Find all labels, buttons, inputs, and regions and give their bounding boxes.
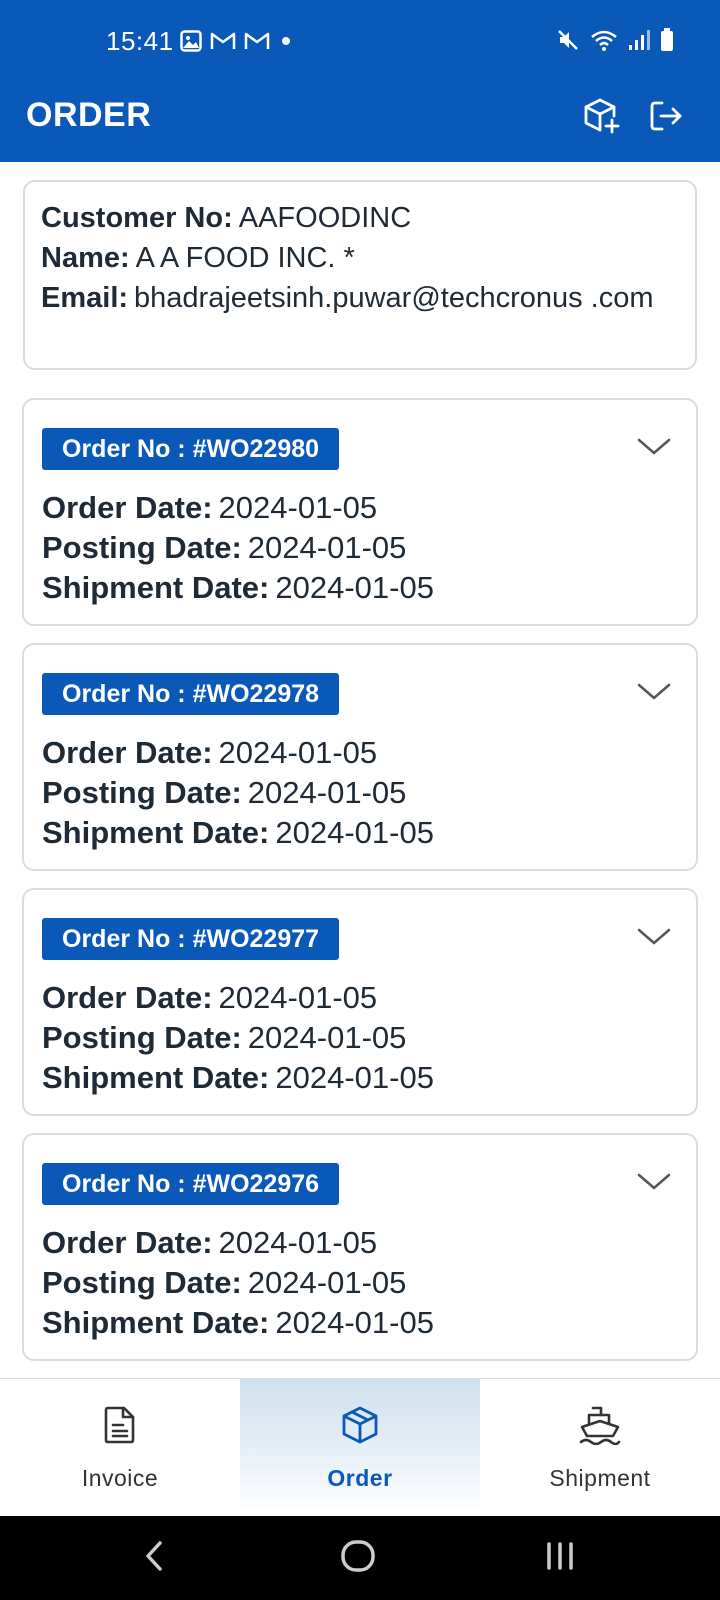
shipment-date-value: 2024-01-05 [275,1305,434,1340]
customer-no-label: Customer No: [41,202,233,234]
order-date-value: 2024-01-05 [218,490,378,525]
order-date-value: 2024-01-05 [218,980,378,1015]
shipment-date-value: 2024-01-05 [275,1060,434,1095]
status-system-icons [556,28,674,57]
customer-info-card: Customer No: AAFOODINC Name: A A FOOD IN… [23,180,697,370]
ship-icon [579,1405,621,1451]
order-date-value: 2024-01-05 [218,735,378,770]
mute-icon [556,28,580,57]
posting-date-label: Posting Date: [42,1265,242,1300]
order-date-value: 2024-01-05 [218,1225,378,1260]
app-header: ORDER [0,82,720,162]
gallery-icon [180,30,202,57]
status-time: 15:41 [106,26,174,56]
expand-order-button[interactable] [630,428,678,470]
chevron-down-icon [637,437,671,462]
wifi-icon [590,28,618,57]
order-number-badge: Order No : #WO22977 [42,918,340,960]
order-date-label: Order Date: [42,735,213,770]
box-add-icon [583,97,621,140]
gmail-icon [244,31,270,56]
customer-name-row: Name: A A FOOD INC. * [41,238,679,278]
order-details: Order Date: 2024-01-05 Posting Date: 2024-… [42,733,434,853]
chevron-down-icon [637,1172,671,1197]
status-bar: 15:41 [0,0,720,82]
posting-date-value: 2024-01-05 [247,530,407,565]
order-date-label: Order Date: [42,1225,213,1260]
tab-invoice-label: Invoice [81,1465,159,1491]
shipment-date-label: Shipment Date: [42,570,270,605]
tab-invoice[interactable]: Invoice [0,1379,240,1516]
shipment-date-value: 2024-01-05 [275,570,434,605]
expand-order-button[interactable] [630,918,678,960]
back-icon [142,1539,166,1578]
customer-email-value: bhadrajeetsinh.puwar@techcronus .com [134,282,654,314]
posting-date-label: Posting Date: [42,530,242,565]
battery-icon [660,28,674,57]
shipment-date-value: 2024-01-05 [275,815,434,850]
order-date-label: Order Date: [42,980,213,1015]
order-date-label: Order Date: [42,490,213,525]
tab-shipment-label: Shipment [549,1465,651,1491]
logout-icon [649,99,683,138]
customer-no-value: AAFOODINC [238,202,412,234]
order-list-container[interactable]: Customer No: AAFOODINC Name: A A FOOD IN… [0,162,720,1378]
tab-shipment[interactable]: Shipment [480,1379,720,1516]
tab-order-label: Order [327,1465,393,1491]
order-card[interactable]: Order No : #WO22980 Order Date: 2024-01-0… [22,398,698,626]
chevron-down-icon [637,927,671,952]
shipment-date-label: Shipment Date: [42,815,270,850]
customer-no-row: Customer No: AAFOODINC [41,198,679,238]
posting-date-value: 2024-01-05 [247,1020,407,1055]
customer-name-value: A A FOOD INC. * [135,242,355,274]
customer-email-label: Email: [41,282,129,314]
home-icon [340,1538,376,1579]
order-number-badge: Order No : #WO22980 [42,428,340,470]
recents-button[interactable] [530,1536,590,1580]
back-button[interactable] [124,1536,184,1580]
recents-icon [543,1540,577,1577]
posting-date-value: 2024-01-05 [247,775,407,810]
customer-email-row: Email: bhadrajeetsinh.puwar@techcronus .… [41,278,679,318]
posting-date-label: Posting Date: [42,775,242,810]
logout-button[interactable] [642,94,690,142]
invoice-icon [103,1405,137,1451]
order-details: Order Date: 2024-01-05 Posting Date: 2024-… [42,1223,434,1343]
add-order-button[interactable] [578,94,626,142]
shipment-date-label: Shipment Date: [42,1305,270,1340]
box-icon [341,1405,379,1451]
shipment-date-label: Shipment Date: [42,1060,270,1095]
status-notification-icons [180,30,294,57]
customer-name-label: Name: [41,242,130,274]
chevron-down-icon [637,682,671,707]
dot-icon [278,33,294,54]
bottom-nav: Invoice Order Shipment [0,1378,720,1516]
home-button[interactable] [328,1536,388,1580]
signal-icon [628,29,650,56]
order-details: Order Date: 2024-01-05 Posting Date: 2024-… [42,488,434,608]
order-card[interactable]: Order No : #WO22976 Order Date: 2024-01-0… [22,1133,698,1361]
posting-date-value: 2024-01-05 [247,1265,407,1300]
posting-date-label: Posting Date: [42,1020,242,1055]
expand-order-button[interactable] [630,1163,678,1205]
page-title: ORDER [26,96,152,134]
order-details: Order Date: 2024-01-05 Posting Date: 2024-… [42,978,434,1098]
expand-order-button[interactable] [630,673,678,715]
gmail-icon [210,31,236,56]
order-number-badge: Order No : #WO22978 [42,673,340,715]
order-card[interactable]: Order No : #WO22978 Order Date: 2024-01-0… [22,643,698,871]
system-navigation-bar [0,1516,720,1600]
order-card[interactable]: Order No : #WO22977 Order Date: 2024-01-0… [22,888,698,1116]
tab-order[interactable]: Order [240,1379,480,1516]
order-number-badge: Order No : #WO22976 [42,1163,340,1205]
